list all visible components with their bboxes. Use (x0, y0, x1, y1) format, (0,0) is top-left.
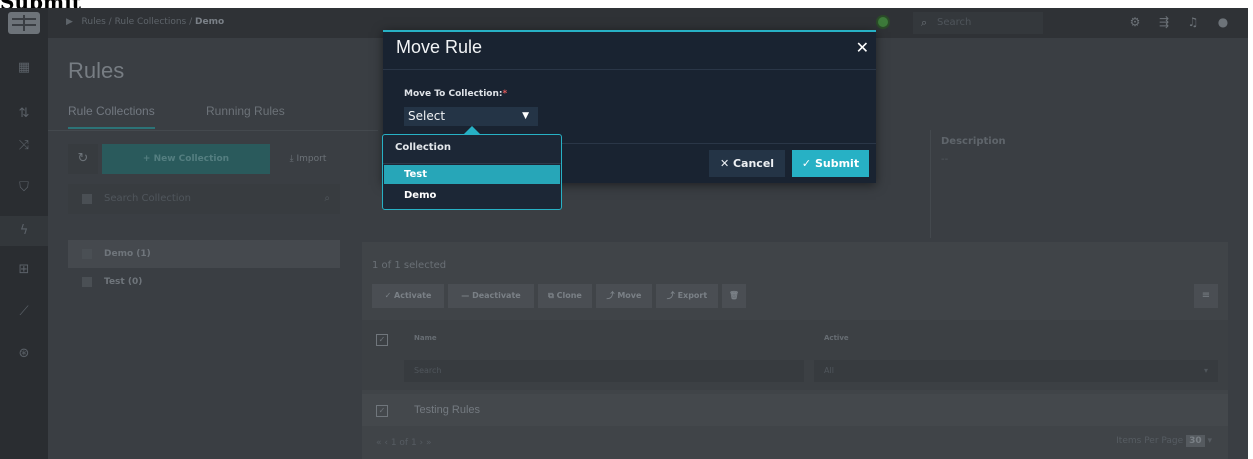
sort-icon[interactable]: ⇅ (14, 104, 34, 124)
global-search-placeholder: Search (937, 17, 972, 28)
breadcrumb-toggle-icon[interactable]: ▶ (66, 17, 73, 27)
description-header: Description (941, 136, 1006, 147)
global-search-input[interactable]: ⌕ Search (913, 12, 1043, 34)
activate-button[interactable]: ✓ Activate (372, 284, 444, 308)
table-header: ✓ Name Active Search All ▾ (362, 320, 1228, 390)
column-header-name[interactable]: Name (414, 334, 437, 342)
dropdown-pointer (464, 126, 480, 134)
help-icon[interactable]: ⊛ (14, 344, 34, 364)
name-filter-input[interactable]: Search (404, 360, 804, 382)
delete-button[interactable]: 🗑 (722, 284, 746, 308)
dropdown-header: Collection (395, 142, 451, 153)
collection-label: Demo (1) (104, 249, 151, 259)
package-icon[interactable]: ⊞ (14, 260, 34, 280)
caret-down-icon: ▼ (522, 111, 529, 121)
rules-lightning-icon[interactable]: ϟ (0, 216, 48, 246)
collection-search-placeholder: Search Collection (104, 193, 191, 204)
items-per-page-select[interactable]: 30 (1186, 435, 1205, 447)
items-per-page-label: Items Per Page (1116, 436, 1184, 446)
collection-dropdown: Collection Test Demo (382, 134, 562, 210)
divider (383, 163, 561, 164)
refresh-button[interactable]: ↻ (68, 144, 98, 174)
shuffle-icon[interactable]: ⤨ (14, 136, 34, 156)
move-button[interactable]: ⤴ Move (596, 284, 652, 308)
shield-icon[interactable]: ⛉ (14, 178, 34, 198)
tab-running-rules[interactable]: Running Rules (206, 104, 285, 118)
close-icon[interactable]: ✕ (856, 38, 869, 57)
select-all-checkbox[interactable] (82, 194, 92, 204)
status-indicator (878, 17, 888, 27)
collection-item-test[interactable]: Test (0) (68, 268, 340, 296)
left-nav-rail: ▦ ⇅ ⤨ ⛉ ϟ ⊞ ⟋ ⊛ (0, 8, 48, 459)
collection-checkbox[interactable] (82, 277, 92, 287)
row-checkbox[interactable]: ✓ (376, 405, 388, 417)
deactivate-button[interactable]: — Deactivate (448, 284, 534, 308)
column-header-active[interactable]: Active (824, 334, 849, 342)
active-filter-value: All (824, 366, 834, 375)
items-per-page: Items Per Page 30 ▾ (1116, 435, 1212, 447)
search-icon: ⌕ (324, 193, 330, 204)
tab-rule-collections[interactable]: Rule Collections (68, 104, 155, 129)
description-value: -- (941, 154, 949, 165)
chevron-down-icon[interactable]: ▾ (1207, 436, 1212, 446)
new-collection-button[interactable]: + New Collection (102, 144, 270, 174)
notification-bell-icon[interactable]: ♫ (1184, 13, 1202, 31)
dashboard-icon[interactable]: ▦ (14, 58, 34, 78)
active-filter-select[interactable]: All ▾ (814, 360, 1218, 382)
export-button[interactable]: ⤴ Export (656, 284, 718, 308)
divider (383, 69, 876, 70)
page-title: Rules (68, 58, 125, 83)
breadcrumb-current: Demo (195, 17, 225, 27)
collection-select-value: Select (408, 109, 446, 123)
dropdown-option-test[interactable]: Test (384, 165, 560, 184)
collections-panel: ↻ + New Collection ⤓ Import Search Colle… (68, 144, 340, 324)
search-icon: ⌕ (921, 16, 928, 29)
rule-name[interactable]: Testing Rules (414, 394, 480, 426)
required-mark: * (502, 89, 508, 99)
user-icon[interactable]: ● (1214, 13, 1232, 31)
collection-search-input[interactable]: Search Collection ⌕ (68, 184, 340, 214)
menu-icon: ≡ (1201, 290, 1211, 301)
import-button[interactable]: ⤓ Import (276, 144, 340, 174)
workflow-icon[interactable]: ⇶ (1155, 13, 1173, 31)
submit-button[interactable]: ✓ Submit (792, 150, 869, 177)
settings-icon[interactable]: ⚙ (1126, 13, 1144, 31)
breadcrumb: ▶ Rules / Rule Collections / Demo (66, 17, 225, 27)
tab-bar: Rule Collections Running Rules (48, 96, 378, 131)
pagination[interactable]: « ‹ 1 of 1 › » (376, 438, 432, 448)
clone-button[interactable]: ⧉ Clone (538, 284, 592, 308)
header-checkbox[interactable]: ✓ (376, 334, 388, 346)
description-column: Description -- (930, 130, 1229, 238)
rules-panel: 1 of 1 selected ✓ Activate — Deactivate … (362, 242, 1228, 459)
refresh-icon: ↻ (77, 151, 89, 166)
breadcrumb-rule-collections[interactable]: Rule Collections (115, 17, 187, 27)
move-to-collection-label: Move To Collection:* (404, 89, 507, 99)
cancel-button[interactable]: ✕ Cancel (709, 150, 785, 177)
field-label-text: Move To Collection: (404, 89, 503, 99)
chart-icon[interactable]: ⟋ (14, 302, 34, 322)
table-row[interactable]: ✓ Testing Rules (362, 394, 1228, 426)
selected-count: 1 of 1 selected (372, 260, 447, 271)
collection-label: Test (0) (104, 277, 143, 287)
chevron-down-icon: ▾ (1203, 366, 1208, 375)
collection-item-demo[interactable]: Demo (1) (68, 240, 340, 268)
app-logo-icon[interactable] (8, 12, 40, 34)
modal-title: Move Rule (396, 37, 483, 57)
collection-select[interactable]: Select ▼ (404, 107, 538, 126)
column-menu-button[interactable]: ≡ (1194, 284, 1218, 308)
dropdown-option-demo[interactable]: Demo (384, 186, 560, 205)
collection-checkbox[interactable] (82, 249, 92, 259)
breadcrumb-rules[interactable]: Rules (82, 17, 106, 27)
